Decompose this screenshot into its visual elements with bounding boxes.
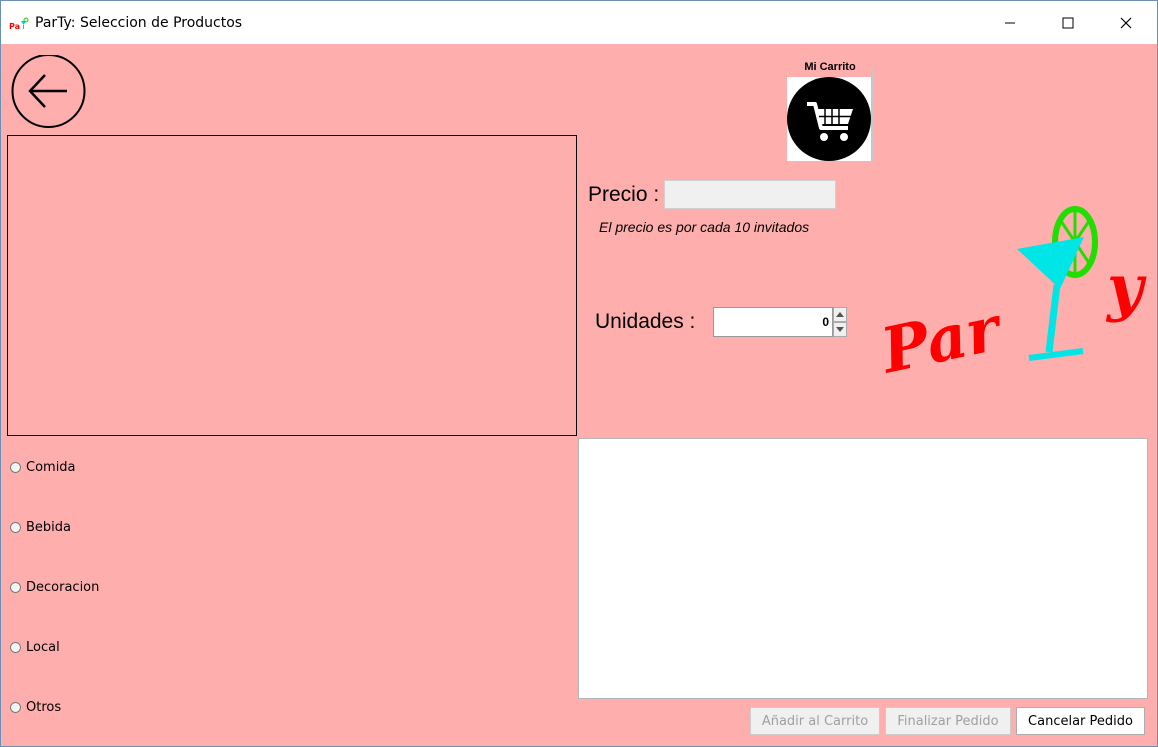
radio-local[interactable]: Local — [10, 640, 60, 655]
radio-label: Otros — [26, 700, 62, 715]
radio-bebida[interactable]: Bebida — [10, 520, 71, 535]
spinner-down-button[interactable] — [833, 322, 847, 337]
party-app-icon: Pa — [9, 16, 29, 31]
precio-note: El precio es por cada 10 invitados — [599, 219, 810, 235]
precio-field — [664, 180, 836, 209]
shopping-cart-icon — [787, 77, 871, 161]
precio-label: Precio : — [588, 183, 660, 206]
product-list[interactable] — [578, 438, 1148, 699]
logo-text-left: Par — [877, 291, 1010, 387]
radio-button[interactable] — [10, 582, 21, 593]
radio-label: Bebida — [26, 520, 71, 535]
spinner-up-button[interactable] — [833, 307, 847, 322]
minimize-icon — [1005, 22, 1015, 23]
finish-order-button[interactable]: Finalizar Pedido — [885, 707, 1011, 735]
radio-decoracion[interactable]: Decoracion — [10, 580, 99, 595]
cancel-order-button[interactable]: Cancelar Pedido — [1016, 707, 1145, 735]
product-selection-window: Pa ParTy: Seleccion de Productos Mi Carr… — [0, 0, 1158, 747]
radio-label: Comida — [26, 460, 76, 475]
radio-button[interactable] — [10, 642, 21, 653]
chevron-up-icon — [836, 312, 844, 317]
radio-label: Local — [26, 640, 60, 655]
close-icon — [1120, 17, 1132, 28]
radio-button[interactable] — [10, 462, 21, 473]
cocktail-glass-icon — [1017, 237, 1084, 361]
radio-button[interactable] — [10, 522, 21, 533]
title-bar: Pa ParTy: Seleccion de Productos — [1, 1, 1157, 44]
minimize-button[interactable] — [981, 1, 1039, 44]
window-title: ParTy: Seleccion de Productos — [35, 15, 243, 31]
cart-label: Mi Carrito — [804, 61, 856, 73]
maximize-icon — [1062, 17, 1074, 28]
radio-button[interactable] — [10, 702, 21, 713]
arrow-left-icon — [11, 54, 86, 128]
logo-text-right: y — [1105, 251, 1147, 324]
close-button[interactable] — [1097, 1, 1155, 44]
chevron-down-icon — [836, 327, 844, 332]
unidades-input[interactable]: 0 — [713, 307, 833, 337]
svg-text:Pa: Pa — [9, 22, 20, 31]
party-logo: Par y — [873, 197, 1157, 388]
maximize-button[interactable] — [1039, 1, 1097, 44]
radio-comida[interactable]: Comida — [10, 460, 76, 475]
cart-button[interactable] — [787, 77, 871, 161]
back-button[interactable] — [11, 54, 86, 130]
add-to-cart-button[interactable]: Añadir al Carrito — [750, 707, 880, 735]
product-image-panel — [7, 135, 577, 436]
radio-otros[interactable]: Otros — [10, 700, 61, 715]
radio-label: Decoracion — [26, 580, 100, 595]
unidades-label: Unidades : — [595, 310, 696, 333]
